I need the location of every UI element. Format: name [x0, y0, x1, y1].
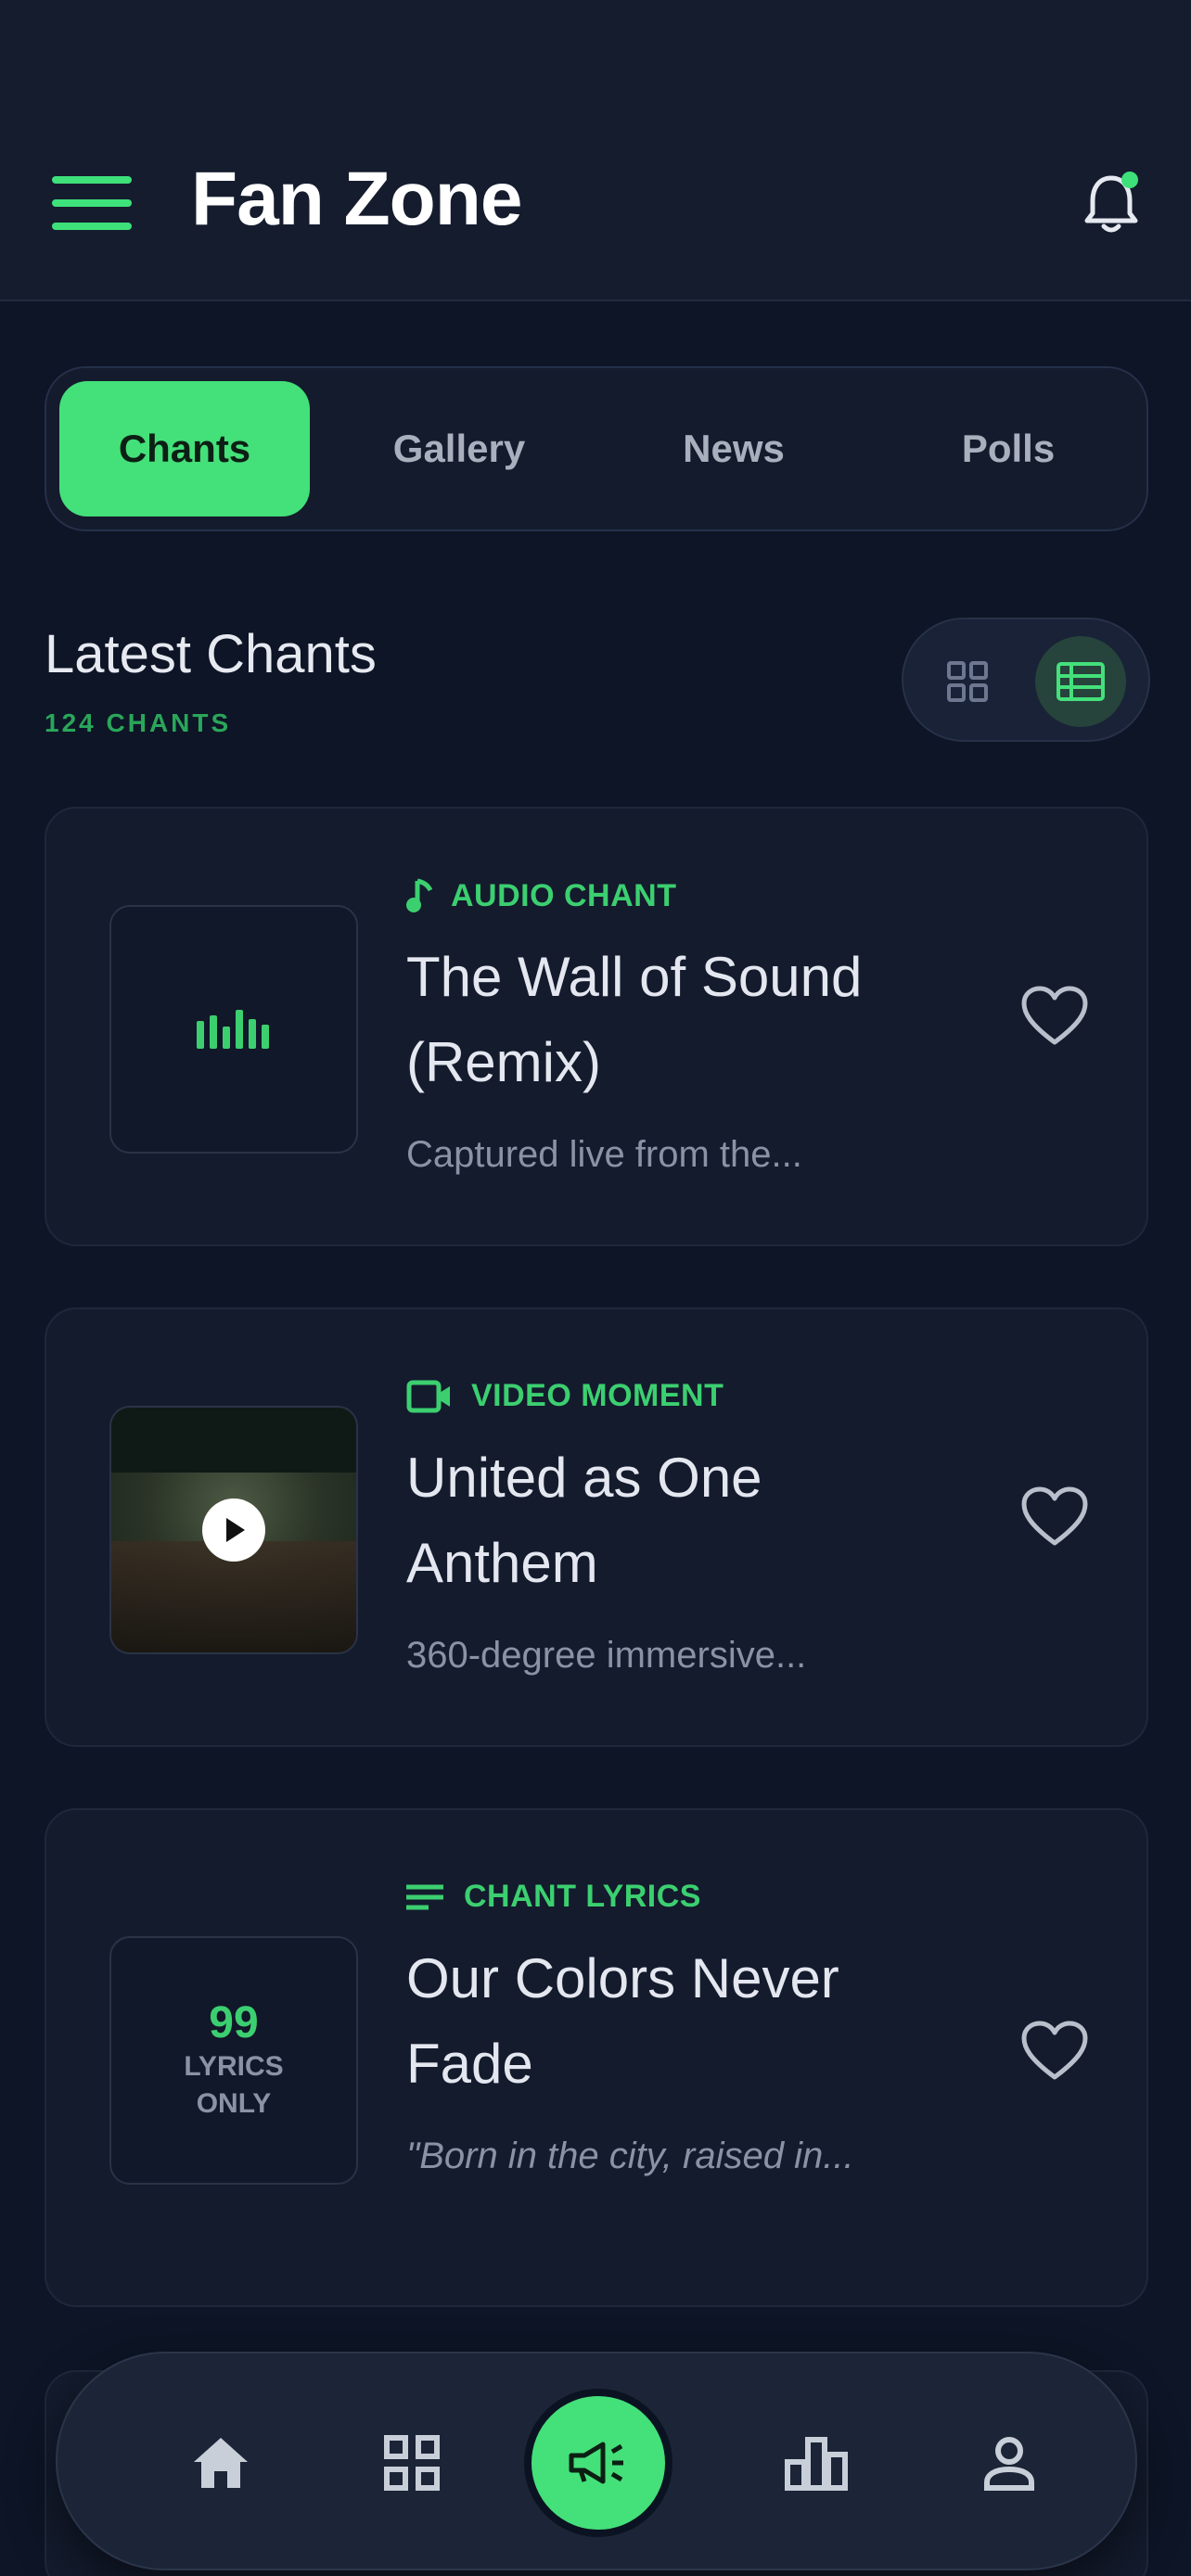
- heart-icon[interactable]: [1020, 985, 1089, 1048]
- leaderboard-icon[interactable]: [772, 2418, 861, 2507]
- video-thumbnail[interactable]: [109, 1406, 358, 1654]
- play-icon[interactable]: [202, 1498, 265, 1562]
- lyrics-lines-icon: [406, 1884, 443, 1909]
- tab-polls[interactable]: Polls: [883, 381, 1133, 516]
- home-icon[interactable]: [176, 2418, 265, 2507]
- card-title: Our Colors Never Fade: [406, 1947, 839, 2095]
- chant-card-video[interactable]: VIDEO MOMENT United as One Anthem 360-de…: [45, 1307, 1148, 1747]
- bell-icon[interactable]: [1082, 171, 1141, 236]
- heart-icon[interactable]: [1020, 2020, 1089, 2083]
- list-view-icon[interactable]: [1035, 636, 1126, 727]
- profile-icon[interactable]: [965, 2418, 1054, 2507]
- card-description: Captured live from the...: [406, 1134, 802, 1175]
- tab-news[interactable]: News: [608, 381, 859, 516]
- card-type: AUDIO CHANT: [406, 877, 676, 914]
- chant-card-audio[interactable]: AUDIO CHANT The Wall of Sound (Remix) Ca…: [45, 807, 1148, 1246]
- card-title: United as One Anthem: [406, 1447, 762, 1594]
- heart-icon[interactable]: [1020, 1486, 1089, 1549]
- card-title: The Wall of Sound (Remix): [406, 946, 863, 1093]
- bottom-navigation: [56, 2352, 1137, 2570]
- chant-card-lyrics[interactable]: 99 LYRICS ONLY CHANT LYRICS Our Colors N…: [45, 1808, 1148, 2307]
- hamburger-menu-icon[interactable]: [52, 176, 132, 232]
- category-tabs: Chants Gallery News Polls: [45, 366, 1148, 531]
- music-note-icon: [406, 878, 432, 912]
- card-type: CHANT LYRICS: [406, 1879, 701, 1915]
- megaphone-icon[interactable]: [524, 2389, 672, 2537]
- view-toggle: [902, 618, 1150, 742]
- grid-view-icon[interactable]: [922, 636, 1013, 727]
- chant-count: 124 CHANTS: [45, 708, 232, 737]
- card-description: 360-degree immersive...: [406, 1635, 807, 1676]
- tab-chants[interactable]: Chants: [59, 381, 310, 516]
- card-description: "Born in the city, raised in...: [406, 2136, 854, 2176]
- grid-icon[interactable]: [367, 2418, 456, 2507]
- top-app-bar: Fan Zone: [0, 0, 1191, 301]
- lyrics-only-badge: 99 LYRICS ONLY: [109, 1936, 358, 2185]
- notification-dot: [1121, 172, 1138, 188]
- card-type: VIDEO MOMENT: [406, 1378, 724, 1414]
- section-title: Latest Chants: [45, 624, 377, 684]
- page-title: Fan Zone: [191, 157, 522, 241]
- video-camera-icon: [406, 1380, 450, 1412]
- audio-waveform-icon: [109, 905, 358, 1154]
- tab-gallery[interactable]: Gallery: [334, 381, 584, 516]
